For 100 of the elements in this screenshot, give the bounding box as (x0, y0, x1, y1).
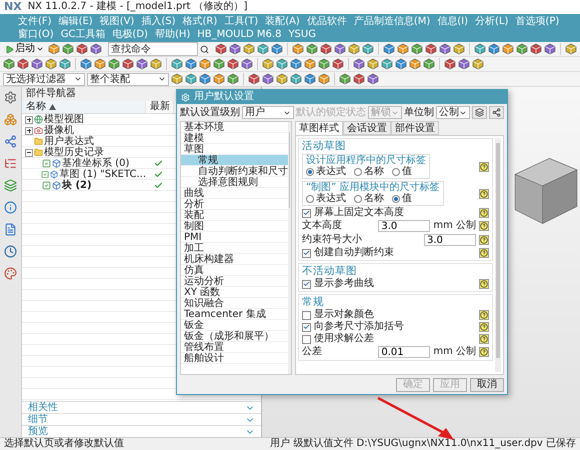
cube-icon[interactable] (409, 58, 421, 70)
category-item[interactable]: 常规 (181, 155, 288, 166)
document-icon[interactable] (4, 223, 17, 236)
help-icon[interactable] (479, 235, 489, 245)
cube-icon[interactable] (318, 73, 330, 85)
number-field[interactable]: 0.01 (378, 346, 430, 358)
tree-item[interactable]: 基准坐标系 (0) (62, 158, 130, 169)
cube-icon[interactable] (381, 58, 393, 70)
cube-icon[interactable] (17, 58, 29, 70)
info-icon[interactable] (4, 201, 17, 214)
help-icon[interactable] (479, 310, 489, 320)
layers-icon[interactable] (4, 179, 17, 192)
cube-icon[interactable] (383, 43, 395, 55)
section-header[interactable]: 相关性 (22, 401, 261, 413)
cube-icon[interactable] (45, 58, 57, 70)
dialog-button[interactable]: 取消 (470, 378, 504, 392)
column-header[interactable]: 最新 (146, 101, 174, 113)
radio-button[interactable] (306, 168, 314, 176)
cube-icon[interactable] (150, 58, 162, 70)
cube-icon[interactable] (90, 43, 102, 55)
settings-icon[interactable] (4, 91, 17, 104)
help-icon[interactable] (479, 162, 489, 172)
cube-icon[interactable] (425, 43, 437, 55)
help-icon[interactable] (479, 322, 489, 332)
number-field[interactable]: 3.0 (378, 220, 430, 232)
cube-icon[interactable] (353, 58, 365, 70)
cube-icon[interactable] (458, 58, 470, 70)
cube-icon[interactable] (76, 43, 88, 55)
cube-icon[interactable] (62, 43, 74, 55)
column-header[interactable]: 名称 (22, 101, 146, 113)
settings-level-dropdown[interactable]: 用户 (242, 106, 294, 119)
cube-icon[interactable] (108, 58, 120, 70)
cube-icon[interactable] (362, 43, 374, 55)
help-icon[interactable] (479, 334, 489, 344)
cube-icon[interactable] (304, 73, 316, 85)
help-icon[interactable] (479, 221, 489, 231)
checkbox[interactable] (302, 280, 311, 288)
radio-button[interactable] (306, 195, 314, 203)
tab[interactable]: 会话设置 (343, 121, 391, 135)
cube-icon[interactable] (276, 73, 288, 85)
cube-icon[interactable] (241, 58, 253, 70)
cube-icon[interactable] (516, 43, 528, 55)
cube-icon[interactable] (185, 58, 197, 70)
checkbox[interactable] (302, 334, 311, 344)
cube-icon[interactable] (453, 43, 465, 55)
cube-icon[interactable] (423, 58, 435, 70)
cube-icon[interactable] (290, 58, 302, 70)
cube-icon[interactable] (502, 43, 514, 55)
cube-icon[interactable] (171, 58, 183, 70)
tab[interactable]: 部件设置 (391, 121, 439, 135)
palette-icon[interactable] (4, 267, 17, 280)
cube-icon[interactable] (348, 43, 360, 55)
tree-item[interactable]: 模型历史记录 (44, 147, 104, 158)
cube-icon[interactable] (444, 58, 456, 70)
category-item[interactable]: 基本环境 (181, 122, 288, 133)
tree-icon[interactable] (4, 157, 17, 170)
cube-icon[interactable] (136, 58, 148, 70)
checkbox[interactable] (302, 322, 311, 332)
cube-icon[interactable] (367, 58, 379, 70)
cube-icon[interactable] (565, 43, 577, 55)
radio-button[interactable] (392, 168, 400, 176)
tree-item[interactable]: 草图 (1) "SKETC... (60, 169, 146, 180)
cube-icon[interactable] (276, 58, 288, 70)
selection-filter-dropdown[interactable]: 无选择过滤器 (3, 72, 85, 86)
radio-button[interactable] (354, 195, 362, 203)
help-icon[interactable] (479, 208, 489, 218)
cube-icon[interactable] (227, 58, 239, 70)
section-header[interactable]: 细节 (22, 413, 261, 425)
expand-toggle[interactable] (25, 126, 33, 134)
export-button[interactable] (489, 106, 504, 119)
assembly-scope-dropdown[interactable]: 整个装配 (87, 72, 169, 86)
expand-toggle[interactable] (25, 148, 33, 156)
cube-icon[interactable] (248, 73, 260, 85)
cube-icon[interactable] (395, 58, 407, 70)
cube-icon[interactable] (334, 43, 346, 55)
cube-icon[interactable] (320, 43, 332, 55)
cube-icon[interactable] (439, 43, 451, 55)
cube-icon[interactable] (262, 58, 274, 70)
cube-icon[interactable] (339, 73, 351, 85)
cube-icon[interactable] (367, 73, 379, 85)
cube-icon[interactable] (318, 58, 330, 70)
help-icon[interactable] (479, 279, 489, 289)
cube-icon[interactable] (530, 43, 542, 55)
cube-icon[interactable] (31, 58, 43, 70)
cube-icon[interactable] (332, 58, 344, 70)
cube-icon[interactable] (94, 58, 106, 70)
cube-icon[interactable] (227, 73, 239, 85)
cube-icon[interactable] (213, 58, 225, 70)
cube-icon[interactable] (306, 43, 318, 55)
checkbox[interactable] (302, 310, 311, 320)
cube-icon[interactable] (472, 58, 484, 70)
section-header[interactable]: 预览 (22, 425, 261, 437)
search-field[interactable]: 查找命令 (108, 42, 198, 56)
cube-icon[interactable] (122, 58, 134, 70)
start-button[interactable]: 启动 (3, 42, 46, 56)
radio-button[interactable] (354, 168, 362, 176)
cube-icon[interactable] (199, 58, 211, 70)
cube-icon[interactable] (290, 73, 302, 85)
tree-item[interactable]: 块 (2) (62, 180, 92, 191)
cube-icon[interactable] (353, 73, 365, 85)
